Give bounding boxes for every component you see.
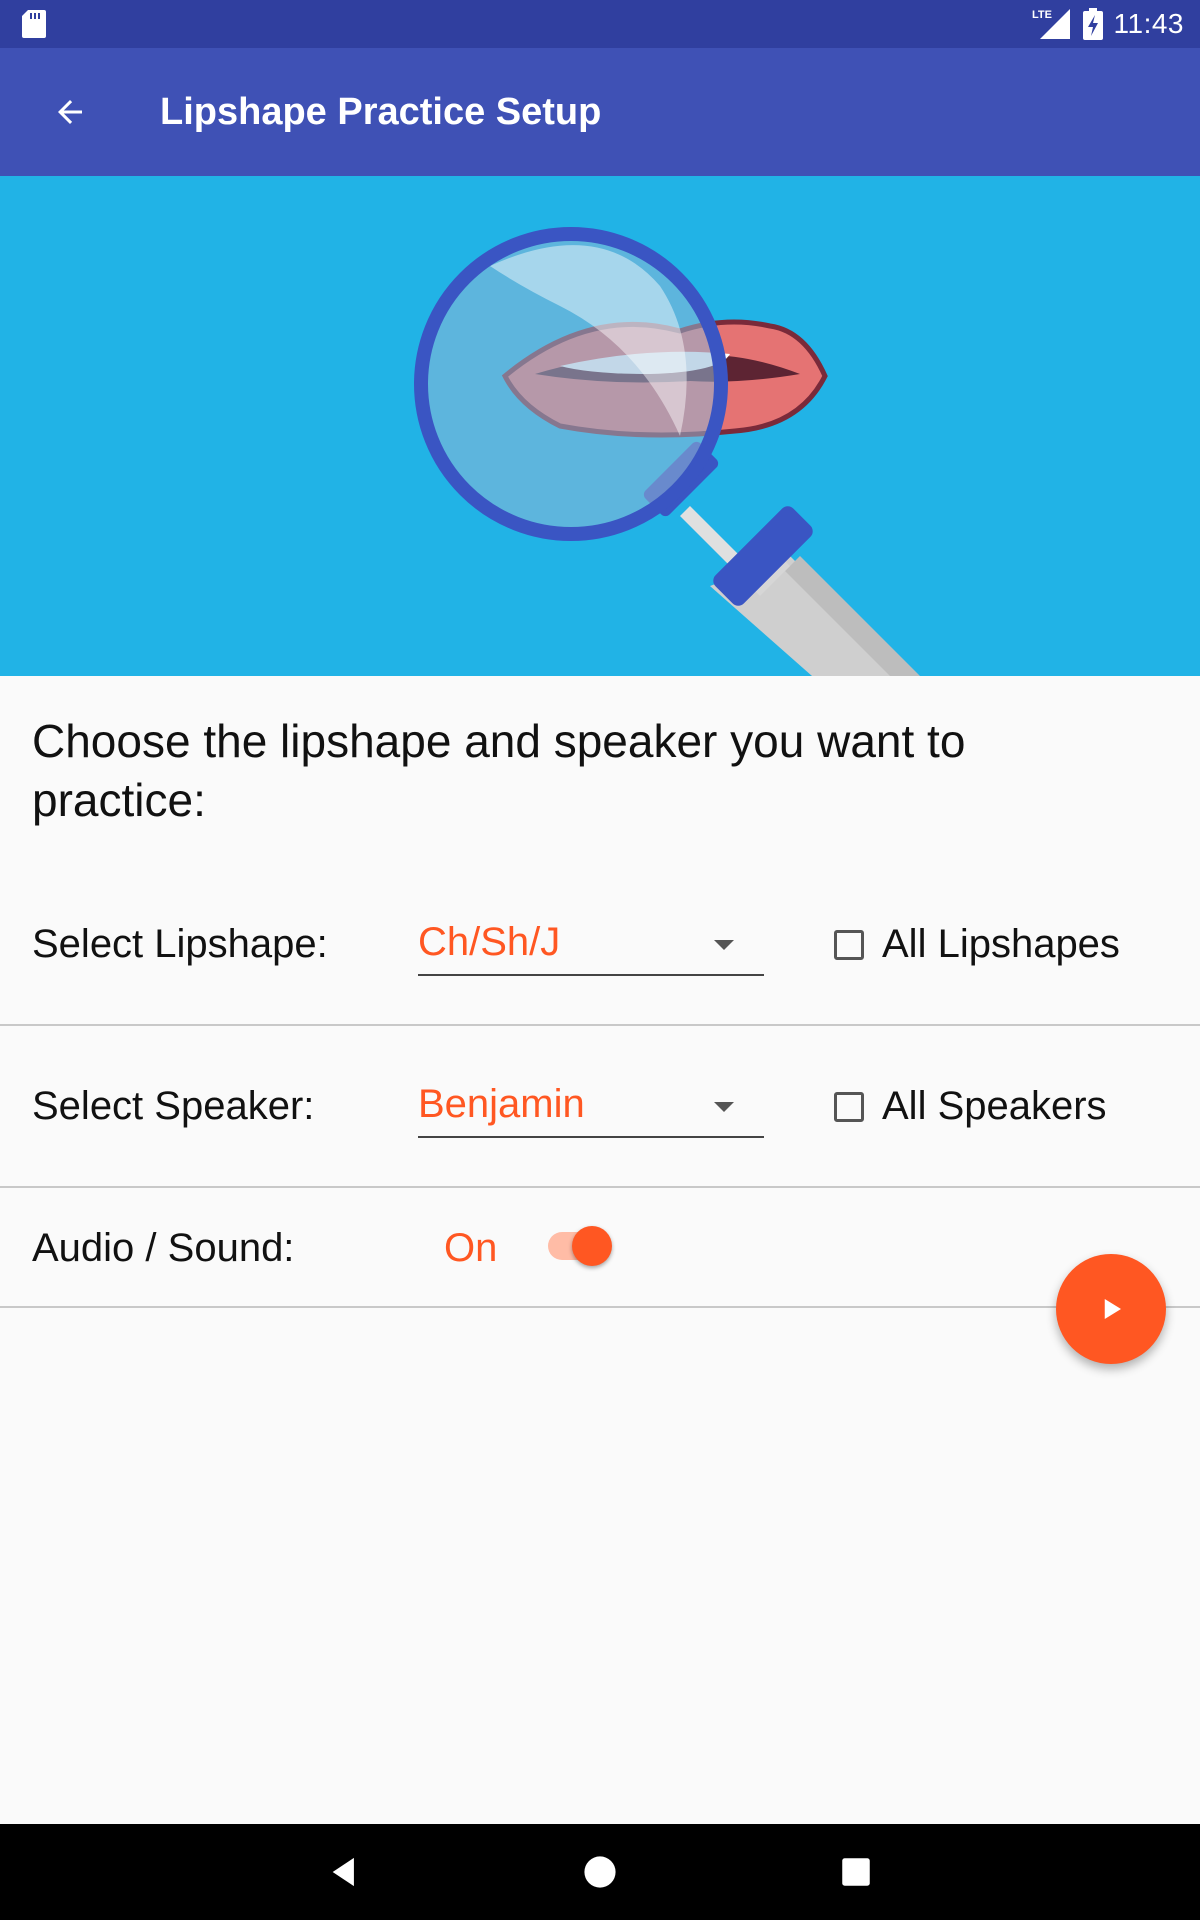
instruction-text: Choose the lipshape and speaker you want…	[32, 715, 966, 826]
all-speakers-label: All Speakers	[882, 1084, 1107, 1128]
lipshape-selected-value: Ch/Sh/J	[418, 920, 561, 964]
speaker-label: Select Speaker:	[32, 1084, 315, 1128]
divider	[0, 1306, 1200, 1308]
nav-back-button[interactable]	[314, 1842, 374, 1902]
arrow-left-icon	[58, 100, 82, 124]
nav-recents-button[interactable]	[826, 1842, 886, 1902]
checkbox-icon	[834, 1091, 864, 1122]
sd-card-icon	[22, 10, 46, 38]
audio-row: Audio / Sound: On	[0, 1188, 1200, 1306]
back-triangle-icon	[332, 1857, 354, 1887]
system-nav-bar	[0, 1824, 1200, 1920]
back-button[interactable]	[40, 82, 100, 142]
nav-home-button[interactable]	[570, 1842, 630, 1902]
dropdown-arrow-icon	[714, 1102, 734, 1112]
home-circle-icon	[584, 1856, 616, 1888]
recents-square-icon	[842, 1858, 870, 1886]
audio-label: Audio / Sound:	[32, 1226, 295, 1270]
app-bar: Lipshape Practice Setup	[0, 48, 1200, 176]
start-practice-button[interactable]	[1056, 1254, 1166, 1364]
all-speakers-checkbox[interactable]: All Speakers	[834, 1084, 1107, 1129]
battery-charging-icon	[1082, 8, 1103, 40]
svg-text:LTE: LTE	[1032, 9, 1052, 21]
all-lipshapes-checkbox[interactable]: All Lipshapes	[834, 922, 1120, 967]
magnifier-lips-illustration	[414, 227, 920, 676]
audio-state-label: On	[444, 1226, 498, 1270]
page-title: Lipshape Practice Setup	[160, 91, 602, 133]
lte-signal-icon: LTE	[1032, 9, 1070, 39]
speaker-dropdown[interactable]: Benjamin	[418, 1076, 764, 1138]
lipshape-row: Select Lipshape: Ch/Sh/J All Lipshapes	[0, 878, 1200, 1026]
all-lipshapes-label: All Lipshapes	[882, 922, 1120, 966]
status-bar: LTE 11:43	[0, 0, 1200, 48]
hero-banner	[0, 176, 1200, 676]
checkbox-icon	[834, 929, 864, 960]
lipshape-label: Select Lipshape:	[32, 922, 328, 966]
toggle-thumb	[572, 1226, 612, 1266]
divider	[0, 1024, 1200, 1026]
speaker-row: Select Speaker: Benjamin All Speakers	[0, 1040, 1200, 1188]
dropdown-arrow-icon	[714, 940, 734, 950]
magnifier-lens	[414, 227, 728, 541]
play-icon	[1104, 1299, 1121, 1319]
status-time: 11:43	[1113, 8, 1184, 39]
speaker-selected-value: Benjamin	[418, 1082, 585, 1126]
lipshape-dropdown[interactable]: Ch/Sh/J	[418, 914, 764, 976]
